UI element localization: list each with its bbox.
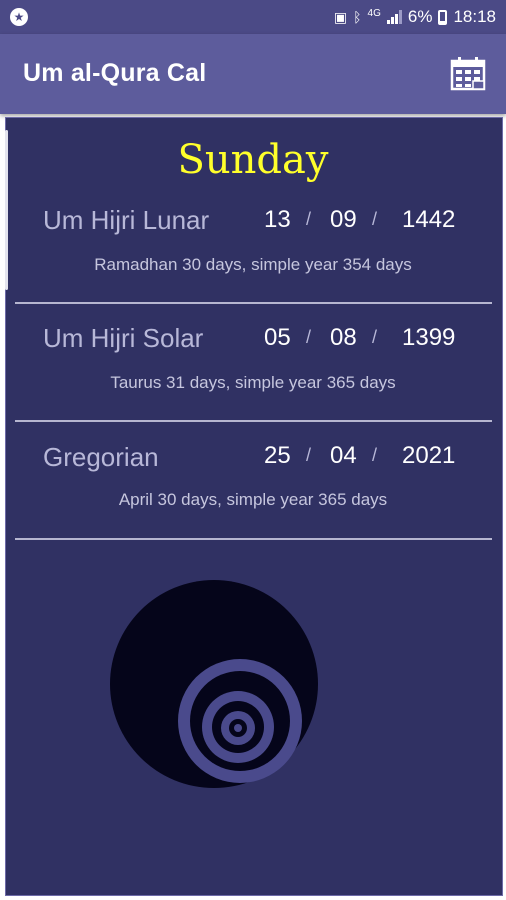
notification-star-icon: ★ [10, 8, 28, 26]
hijri-solar-day[interactable]: 05 [264, 324, 291, 352]
alarm-icon: ▣ [333, 8, 348, 25]
network-type: 4G [367, 7, 381, 19]
battery-icon [438, 9, 448, 25]
hijri-lunar-year[interactable]: 1442 [402, 206, 455, 234]
gregorian-day[interactable]: 25 [264, 442, 291, 470]
signal-icon [386, 10, 402, 24]
gregorian-year[interactable]: 2021 [402, 442, 455, 470]
hijri-solar-year[interactable]: 1399 [402, 324, 455, 352]
weekday-title: Sunday [177, 137, 329, 183]
bluetooth-icon: ᛒ [353, 9, 362, 25]
calendar-name-hijri-solar: Um Hijri Solar [43, 323, 204, 353]
date-separator: / [306, 445, 312, 465]
date-separator: / [306, 209, 312, 229]
status-icons: ▣ ᛒ 4G 6% 18:18 [334, 7, 496, 27]
clock: 18:18 [453, 7, 496, 26]
hijri-solar-month[interactable]: 08 [330, 324, 357, 352]
calendar-name-gregorian: Gregorian [43, 442, 159, 472]
divider [15, 302, 492, 304]
calendar-name-hijri-lunar: Um Hijri Lunar [43, 205, 210, 235]
hijri-lunar-day[interactable]: 13 [264, 206, 291, 234]
divider [15, 538, 492, 540]
battery-percent: 6% [407, 7, 433, 26]
moon-emblem-logo [110, 580, 384, 836]
status-bar: ★ ▣ ᛒ 4G 6% 18:18 [0, 0, 506, 34]
date-separator: / [372, 209, 378, 229]
divider [15, 420, 492, 422]
app-bar: Um al-Qura Cal [0, 34, 506, 114]
calendar-grid-icon[interactable] [450, 56, 486, 92]
app-title: Um al-Qura Cal [23, 59, 207, 87]
date-separator: / [372, 445, 378, 465]
date-separator: / [306, 327, 312, 347]
hijri-lunar-month[interactable]: 09 [330, 206, 357, 234]
hijri-lunar-description: Ramadhan 30 days, simple year 354 days [94, 255, 412, 274]
date-separator: / [372, 327, 378, 347]
gregorian-description: April 30 days, simple year 365 days [118, 490, 388, 509]
hijri-solar-description: Taurus 31 days, simple year 365 days [110, 373, 396, 392]
gregorian-month[interactable]: 04 [330, 442, 357, 470]
